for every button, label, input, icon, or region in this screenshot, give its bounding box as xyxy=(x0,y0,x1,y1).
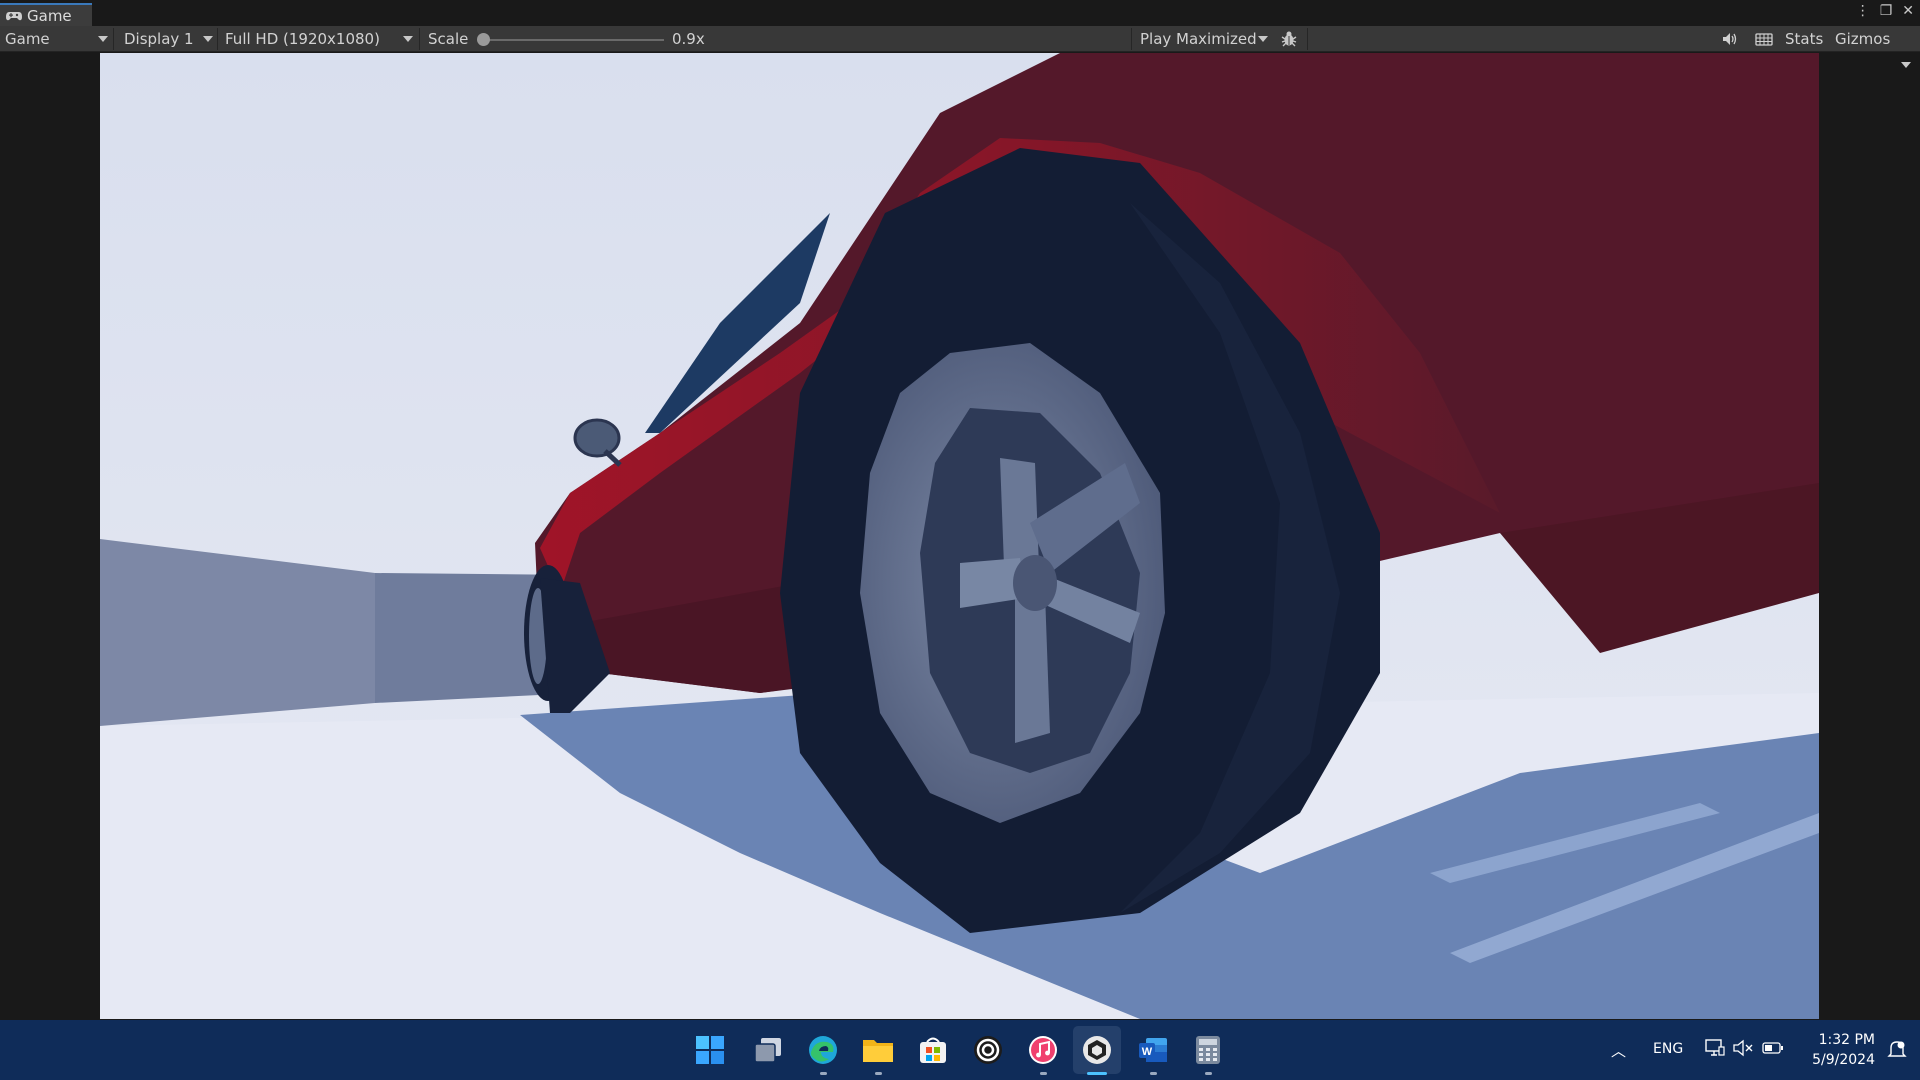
clock-date: 5/9/2024 xyxy=(1812,1052,1875,1068)
tab-game[interactable]: Game xyxy=(0,3,92,26)
battery-icon[interactable] xyxy=(1762,1041,1784,1059)
unity-active-indicator xyxy=(1087,1072,1107,1075)
network-icon[interactable] xyxy=(1705,1039,1725,1061)
gamepad-icon xyxy=(6,11,22,20)
itunes-icon[interactable] xyxy=(1027,1034,1059,1066)
resolution-select[interactable]: Full HD (1920x1080) xyxy=(225,26,415,52)
chevron-down-icon xyxy=(203,36,213,42)
word-icon[interactable]: W xyxy=(1137,1034,1169,1066)
store-icon[interactable] xyxy=(917,1034,949,1066)
windows-start-icon[interactable] xyxy=(694,1034,726,1066)
chevron-up-icon[interactable]: ︿ xyxy=(1611,1040,1626,1061)
display-select[interactable]: Display 1 xyxy=(124,26,214,52)
gizmos-dropdown-icon[interactable] xyxy=(1901,62,1911,68)
clock-time: 1:32 PM xyxy=(1818,1032,1875,1048)
chevron-down-icon xyxy=(403,36,413,42)
clock[interactable]: 1:32 PM 5/9/2024 xyxy=(1795,1030,1875,1070)
stats-button[interactable]: Stats xyxy=(1785,26,1823,52)
bug-icon[interactable] xyxy=(1280,26,1300,52)
rim-hub xyxy=(1013,555,1057,611)
tab-title: Game xyxy=(27,6,72,25)
scale-slider-track[interactable] xyxy=(482,39,664,41)
task-view-icon[interactable] xyxy=(752,1034,784,1066)
app-circle-icon[interactable] xyxy=(972,1034,1004,1066)
chevron-down-icon xyxy=(1258,36,1268,42)
view-select[interactable]: Game xyxy=(5,26,111,52)
scale-value: 0.9x xyxy=(672,30,705,48)
game-viewport[interactable] xyxy=(100,53,1819,1019)
unity-icon[interactable] xyxy=(1081,1034,1113,1066)
language-indicator[interactable]: ENG xyxy=(1653,1041,1683,1057)
edge-icon[interactable] xyxy=(807,1034,839,1066)
play-mode-label: Play Maximized xyxy=(1140,30,1257,48)
maximize-icon[interactable]: ❐ xyxy=(1880,3,1893,19)
view-select-label: Game xyxy=(5,30,50,48)
gizmos-button[interactable]: Gizmos xyxy=(1835,26,1890,52)
scale-label: Scale xyxy=(428,30,469,48)
chevron-down-icon xyxy=(98,36,108,42)
game-toolbar: Game Display 1 Full HD (1920x1080) Scale… xyxy=(0,26,1920,68)
keyboard-icon[interactable] xyxy=(1755,26,1773,52)
game-scene xyxy=(100,53,1819,1019)
play-mode-select[interactable]: Play Maximized xyxy=(1140,26,1272,52)
more-icon[interactable]: ⋮ xyxy=(1856,3,1870,19)
file-explorer-icon[interactable] xyxy=(862,1034,894,1066)
svg-text:W: W xyxy=(1142,1046,1153,1058)
side-mirror xyxy=(573,418,621,458)
system-tray: ︿ ENG 1:32 PM 5/9/2024 xyxy=(1605,1020,1920,1080)
close-icon[interactable]: ✕ xyxy=(1902,3,1914,19)
calculator-icon[interactable] xyxy=(1192,1034,1224,1066)
speaker-icon[interactable] xyxy=(1722,26,1738,52)
notification-icon[interactable] xyxy=(1887,1039,1907,1063)
display-select-label: Display 1 xyxy=(124,30,194,48)
scale-slider-thumb[interactable] xyxy=(477,33,490,46)
speaker-muted-icon[interactable] xyxy=(1733,1039,1753,1061)
editor-tab-bar: Game ⋮ ❐ ✕ xyxy=(0,0,1920,26)
resolution-select-label: Full HD (1920x1080) xyxy=(225,30,380,48)
